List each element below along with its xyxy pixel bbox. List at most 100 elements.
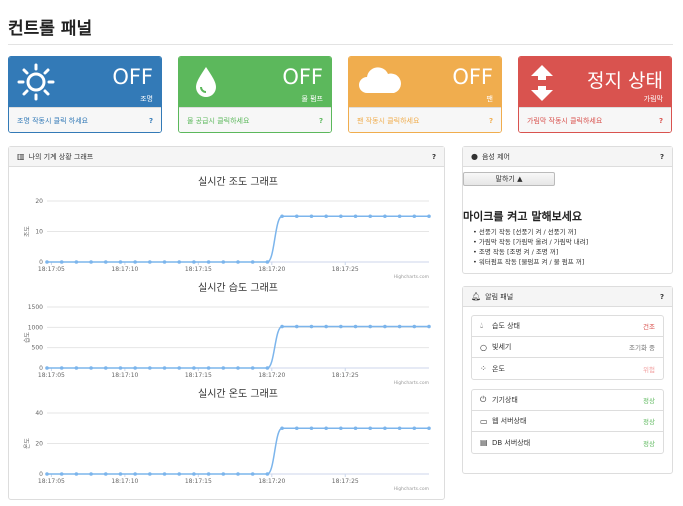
spinner-icon: ⁘ [480,364,487,373]
data-point [206,366,211,370]
fan-footer-text: 팬 작동시 클릭하세요 [357,116,420,125]
status-badge: 건조 [643,323,655,331]
data-point [250,366,255,370]
y-axis-label: 습도 [23,332,31,344]
pump-card-footer[interactable]: 물 공급시 클릭하세요 ? [179,107,331,132]
data-point [324,426,328,431]
data-point [412,214,417,219]
speak-button[interactable]: 말하기 ▲ [463,172,555,186]
data-point [59,366,64,370]
data-point [192,260,196,264]
chart-credit: Highcharts.com [394,380,429,386]
data-point [192,366,196,370]
list-item: 선풍기 작동 [선풍기 켜 / 선풍기 꺼] [473,227,588,237]
series-line [47,427,429,475]
light-control-card[interactable]: OFF 조명 조명 작동시 클릭 하세요 ? [8,56,162,133]
list-item[interactable]: ⁘ 온도 위험 [472,358,663,379]
data-point [236,472,240,476]
power-icon: ⏻ [480,395,487,404]
list-item[interactable]: ▭ 웹 서버상태 정상 [472,411,663,432]
help-icon[interactable]: ? [432,153,436,161]
list-item[interactable]: ▤ DB 서버상태 정상 [472,432,663,453]
pump-control-card[interactable]: OFF 물 펌프 물 공급시 클릭하세요 ? [178,56,332,133]
chart-credit: Highcharts.com [394,486,429,492]
status-badge: 정상 [643,418,655,426]
status-badge: 정상 [643,397,655,405]
data-point [221,260,226,264]
comment-icon: ● [471,152,478,161]
title-divider [8,44,673,45]
data-point [383,426,387,431]
cloud-icon [357,63,403,105]
data-point [412,426,417,431]
list-item[interactable]: ⏻ 기기상태 정상 [472,390,663,411]
data-point [45,366,49,370]
help-icon[interactable]: ? [660,293,664,301]
data-point [412,324,417,329]
shade-footer-text: 가림막 작동시 클릭하세요 [527,116,603,125]
machine-status-chart-panel: ▥ 나의 기계 상황 그래프 ? 실시간 조도 그래프 0 10 20 조도 18:17:… [8,146,445,500]
fan-card-footer[interactable]: 팬 작동시 클릭하세요 ? [349,107,501,132]
data-point [74,366,79,370]
y-tick-label: 40 [35,410,43,417]
data-point [148,260,152,264]
status-badge: 정상 [643,439,655,448]
help-icon[interactable]: ? [149,117,153,125]
x-tick-label: 18:17:10 [111,266,138,273]
data-point [177,260,182,264]
data-point [250,472,255,476]
data-point [45,260,49,264]
data-point [103,366,108,370]
help-icon[interactable]: ? [660,153,664,161]
y-tick-label: 20 [35,198,43,205]
data-point [280,426,284,431]
list-item[interactable]: 💧︎ 습도 상태 건조 [472,316,663,337]
up-down-arrows-icon [527,63,557,107]
chart-panel-header: ▥ 나의 기계 상황 그래프 ? [9,147,444,167]
voice-control-panel: ● 음성 제어 ? 말하기 ▲ 마이크를 켜고 말해보세요 선풍기 작동 [선풍… [462,146,673,274]
data-point [59,260,64,264]
chart-credit: Highcharts.com [394,274,429,280]
x-tick-label: 18:17:15 [185,372,212,379]
shade-card-footer[interactable]: 가림막 작동시 클릭하세요 ? [519,107,671,132]
list-item[interactable]: ○ 빛세기 조기화 중 [472,337,663,358]
help-icon[interactable]: ? [319,117,323,125]
fan-control-card[interactable]: OFF 팬 팬 작동시 클릭하세요 ? [348,56,502,133]
data-point [383,214,387,219]
data-point [89,260,93,264]
y-tick-label: 0 [39,471,43,478]
data-point [177,366,182,370]
fan-status: OFF [452,65,493,89]
light-card-footer[interactable]: 조명 작동시 클릭 하세요 ? [9,107,161,132]
data-point [89,366,93,370]
circle-icon: ○ [480,342,487,352]
data-point [397,214,402,219]
data-point [427,324,431,329]
y-axis-label: 온도 [24,438,31,450]
light-device-label: 조명 [140,95,153,103]
x-tick-label: 18:17:05 [38,372,65,379]
voice-command-list: 선풍기 작동 [선풍기 켜 / 선풍기 꺼] 가림막 작동 [가림막 올려 / … [473,227,588,267]
voice-panel-title: 음성 제어 [481,152,510,161]
server-icon: ▤ [480,438,488,447]
data-point [353,426,358,431]
help-icon[interactable]: ? [659,117,663,125]
status-badge: 위험 [643,365,655,374]
data-point [397,324,402,329]
data-point [280,324,284,329]
x-tick-label: 18:17:20 [258,478,285,485]
data-point [427,426,431,431]
data-point [324,324,328,329]
x-tick-label: 18:17:25 [332,478,359,485]
data-point [309,214,314,219]
data-point [206,260,211,264]
water-drop-icon: 💧︎ [480,321,484,330]
light-status: OFF [112,65,153,89]
data-point [324,214,328,219]
data-point [339,214,343,219]
data-point [309,324,314,329]
alert-label: 기기상태 [492,396,518,404]
shade-control-card[interactable]: 정지 상태 가림막 가림막 작동시 클릭하세요 ? [518,56,672,133]
fan-device-label: 팬 [486,95,493,103]
help-icon[interactable]: ? [489,117,493,125]
